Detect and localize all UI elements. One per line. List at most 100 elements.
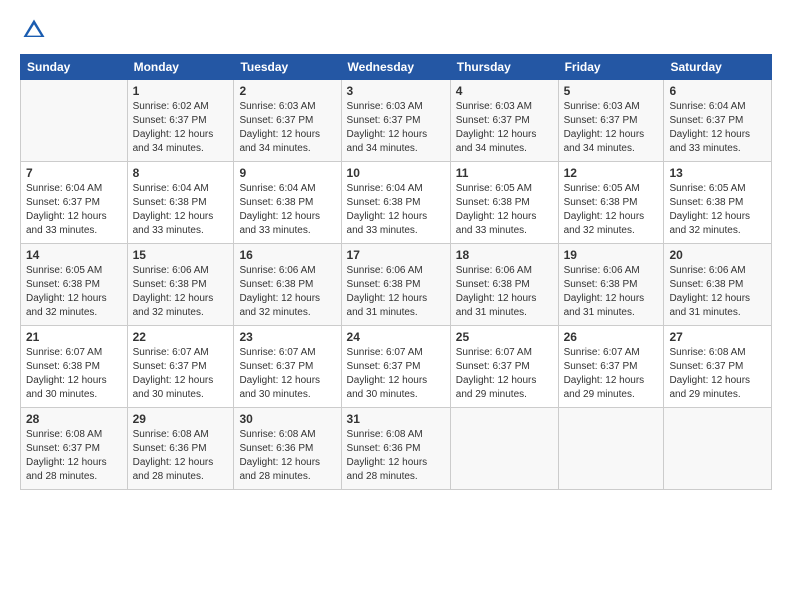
day-info: Sunrise: 6:04 AM Sunset: 6:37 PM Dayligh… xyxy=(26,182,122,238)
day-info: Sunrise: 6:03 AM Sunset: 6:37 PM Dayligh… xyxy=(347,100,445,156)
day-info: Sunrise: 6:07 AM Sunset: 6:37 PM Dayligh… xyxy=(456,346,553,402)
day-number: 30 xyxy=(239,412,335,426)
weekday-thursday: Thursday xyxy=(450,55,558,80)
calendar-cell: 7Sunrise: 6:04 AM Sunset: 6:37 PM Daylig… xyxy=(21,162,128,244)
day-number: 9 xyxy=(239,166,335,180)
day-info: Sunrise: 6:05 AM Sunset: 6:38 PM Dayligh… xyxy=(564,182,659,238)
day-number: 10 xyxy=(347,166,445,180)
day-number: 29 xyxy=(133,412,229,426)
day-number: 15 xyxy=(133,248,229,262)
calendar-cell: 29 Sunrise: 6:08 AM Sunset: 6:36 PM Dayli… xyxy=(127,408,234,490)
calendar-cell: 9 Sunrise: 6:04 AM Sunset: 6:38 PM Daylig… xyxy=(234,162,341,244)
day-number: 25 xyxy=(456,330,553,344)
day-info: Sunrise: 6:05 AM Sunset: 6:38 PM Dayligh… xyxy=(26,264,122,320)
calendar-cell: 6 Sunrise: 6:04 AM Sunset: 6:37 PM Daylig… xyxy=(664,80,772,162)
day-info: Sunrise: 6:07 AM Sunset: 6:37 PM Dayligh… xyxy=(564,346,659,402)
day-number: 6 xyxy=(669,84,766,98)
day-info: Sunrise: 6:03 AM Sunset: 6:37 PM Dayligh… xyxy=(456,100,553,156)
day-number: 21 xyxy=(26,330,122,344)
day-number: 23 xyxy=(239,330,335,344)
day-number: 13 xyxy=(669,166,766,180)
calendar-cell: 13 Sunrise: 6:05 AM Sunset: 6:38 PM Dayli… xyxy=(664,162,772,244)
day-info: Sunrise: 6:04 AM Sunset: 6:38 PM Dayligh… xyxy=(239,182,335,238)
day-info: Sunrise: 6:06 AM Sunset: 6:38 PM Dayligh… xyxy=(239,264,335,320)
day-number: 24 xyxy=(347,330,445,344)
week-row-5: 28 Sunrise: 6:08 AM Sunset: 6:37 PM Dayli… xyxy=(21,408,772,490)
day-info: Sunrise: 6:06 AM Sunset: 6:38 PM Dayligh… xyxy=(456,264,553,320)
day-number: 5 xyxy=(564,84,659,98)
day-info: Sunrise: 6:06 AM Sunset: 6:38 PM Dayligh… xyxy=(133,264,229,320)
week-row-2: 7Sunrise: 6:04 AM Sunset: 6:37 PM Daylig… xyxy=(21,162,772,244)
week-row-3: 14 Sunrise: 6:05 AM Sunset: 6:38 PM Dayli… xyxy=(21,244,772,326)
calendar-cell: 18 Sunrise: 6:06 AM Sunset: 6:38 PM Dayli… xyxy=(450,244,558,326)
weekday-sunday: Sunday xyxy=(21,55,128,80)
day-info: Sunrise: 6:06 AM Sunset: 6:38 PM Dayligh… xyxy=(347,264,445,320)
day-number: 3 xyxy=(347,84,445,98)
calendar-cell: 16 Sunrise: 6:06 AM Sunset: 6:38 PM Dayli… xyxy=(234,244,341,326)
day-number: 14 xyxy=(26,248,122,262)
calendar-cell xyxy=(664,408,772,490)
day-number: 27 xyxy=(669,330,766,344)
day-number: 4 xyxy=(456,84,553,98)
calendar-cell: 31Sunrise: 6:08 AM Sunset: 6:36 PM Dayli… xyxy=(341,408,450,490)
calendar-cell: 10 Sunrise: 6:04 AM Sunset: 6:38 PM Dayli… xyxy=(341,162,450,244)
day-number: 22 xyxy=(133,330,229,344)
day-number: 11 xyxy=(456,166,553,180)
day-number: 28 xyxy=(26,412,122,426)
day-info: Sunrise: 6:07 AM Sunset: 6:37 PM Dayligh… xyxy=(347,346,445,402)
day-info: Sunrise: 6:03 AM Sunset: 6:37 PM Dayligh… xyxy=(564,100,659,156)
calendar-cell: 8Sunrise: 6:04 AM Sunset: 6:38 PM Daylig… xyxy=(127,162,234,244)
calendar-cell: 3 Sunrise: 6:03 AM Sunset: 6:37 PM Daylig… xyxy=(341,80,450,162)
day-info: Sunrise: 6:08 AM Sunset: 6:36 PM Dayligh… xyxy=(239,428,335,484)
day-number: 26 xyxy=(564,330,659,344)
day-number: 16 xyxy=(239,248,335,262)
day-info: Sunrise: 6:02 AM Sunset: 6:37 PM Dayligh… xyxy=(133,100,229,156)
day-number: 2 xyxy=(239,84,335,98)
weekday-saturday: Saturday xyxy=(664,55,772,80)
calendar-cell: 22 Sunrise: 6:07 AM Sunset: 6:37 PM Dayli… xyxy=(127,326,234,408)
day-info: Sunrise: 6:08 AM Sunset: 6:37 PM Dayligh… xyxy=(26,428,122,484)
day-info: Sunrise: 6:05 AM Sunset: 6:38 PM Dayligh… xyxy=(456,182,553,238)
calendar-cell: 27Sunrise: 6:08 AM Sunset: 6:37 PM Dayli… xyxy=(664,326,772,408)
calendar-cell: 14 Sunrise: 6:05 AM Sunset: 6:38 PM Dayli… xyxy=(21,244,128,326)
calendar-cell: 25 Sunrise: 6:07 AM Sunset: 6:37 PM Dayli… xyxy=(450,326,558,408)
calendar-cell xyxy=(21,80,128,162)
calendar-cell: 21 Sunrise: 6:07 AM Sunset: 6:38 PM Dayli… xyxy=(21,326,128,408)
day-info: Sunrise: 6:06 AM Sunset: 6:38 PM Dayligh… xyxy=(564,264,659,320)
calendar-cell: 19 Sunrise: 6:06 AM Sunset: 6:38 PM Dayli… xyxy=(558,244,664,326)
day-number: 19 xyxy=(564,248,659,262)
weekday-friday: Friday xyxy=(558,55,664,80)
calendar-cell: 4 Sunrise: 6:03 AM Sunset: 6:37 PM Daylig… xyxy=(450,80,558,162)
header xyxy=(20,16,772,44)
day-info: Sunrise: 6:04 AM Sunset: 6:37 PM Dayligh… xyxy=(669,100,766,156)
calendar-cell: 1 Sunrise: 6:02 AM Sunset: 6:37 PM Daylig… xyxy=(127,80,234,162)
day-info: Sunrise: 6:07 AM Sunset: 6:37 PM Dayligh… xyxy=(133,346,229,402)
day-info: Sunrise: 6:08 AM Sunset: 6:36 PM Dayligh… xyxy=(347,428,445,484)
week-row-1: 1 Sunrise: 6:02 AM Sunset: 6:37 PM Daylig… xyxy=(21,80,772,162)
calendar-table: SundayMondayTuesdayWednesdayThursdayFrid… xyxy=(20,54,772,490)
day-info: Sunrise: 6:07 AM Sunset: 6:37 PM Dayligh… xyxy=(239,346,335,402)
day-number: 18 xyxy=(456,248,553,262)
calendar-cell: 28 Sunrise: 6:08 AM Sunset: 6:37 PM Dayli… xyxy=(21,408,128,490)
calendar-cell: 20Sunrise: 6:06 AM Sunset: 6:38 PM Dayli… xyxy=(664,244,772,326)
day-info: Sunrise: 6:04 AM Sunset: 6:38 PM Dayligh… xyxy=(133,182,229,238)
week-row-4: 21 Sunrise: 6:07 AM Sunset: 6:38 PM Dayli… xyxy=(21,326,772,408)
logo xyxy=(20,16,52,44)
day-info: Sunrise: 6:08 AM Sunset: 6:36 PM Dayligh… xyxy=(133,428,229,484)
day-info: Sunrise: 6:07 AM Sunset: 6:38 PM Dayligh… xyxy=(26,346,122,402)
day-number: 1 xyxy=(133,84,229,98)
weekday-tuesday: Tuesday xyxy=(234,55,341,80)
calendar-cell: 12Sunrise: 6:05 AM Sunset: 6:38 PM Dayli… xyxy=(558,162,664,244)
calendar-cell: 26 Sunrise: 6:07 AM Sunset: 6:37 PM Dayli… xyxy=(558,326,664,408)
weekday-wednesday: Wednesday xyxy=(341,55,450,80)
calendar-cell: 5 Sunrise: 6:03 AM Sunset: 6:37 PM Daylig… xyxy=(558,80,664,162)
calendar-cell: 2Sunrise: 6:03 AM Sunset: 6:37 PM Daylig… xyxy=(234,80,341,162)
calendar-cell xyxy=(450,408,558,490)
calendar-cell: 23 Sunrise: 6:07 AM Sunset: 6:37 PM Dayli… xyxy=(234,326,341,408)
day-info: Sunrise: 6:04 AM Sunset: 6:38 PM Dayligh… xyxy=(347,182,445,238)
day-number: 17 xyxy=(347,248,445,262)
day-info: Sunrise: 6:06 AM Sunset: 6:38 PM Dayligh… xyxy=(669,264,766,320)
calendar-cell: 11 Sunrise: 6:05 AM Sunset: 6:38 PM Dayli… xyxy=(450,162,558,244)
calendar-cell: 15 Sunrise: 6:06 AM Sunset: 6:38 PM Dayli… xyxy=(127,244,234,326)
day-info: Sunrise: 6:05 AM Sunset: 6:38 PM Dayligh… xyxy=(669,182,766,238)
